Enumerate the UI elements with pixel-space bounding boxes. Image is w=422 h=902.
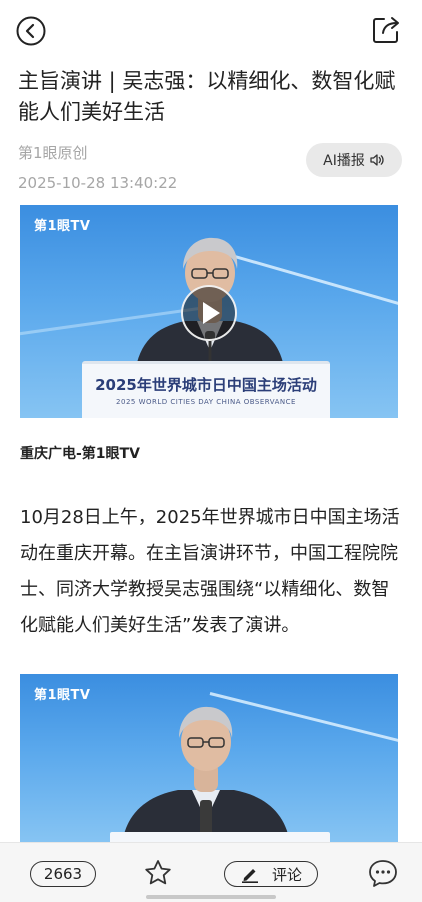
speaker-icon [370, 154, 384, 166]
share-button[interactable] [370, 14, 402, 46]
speaker-figure-2 [122, 706, 290, 842]
article-title: 主旨演讲 | 吴志强：以精细化、数智化赋能人们美好生活 [18, 69, 396, 124]
top-bar [0, 0, 422, 60]
ai-broadcast-label: AI播报 [323, 153, 365, 169]
article-datetime: 2025-10-28 13:40:22 [18, 174, 178, 192]
video-channel-logo: 第1眼TV [34, 219, 91, 234]
image-channel-logo: 第1眼TV [34, 688, 91, 703]
pen-icon [241, 869, 258, 883]
video-caption: 重庆广电-第1眼TV [20, 446, 140, 462]
article-source: 第1眼原创 [18, 144, 88, 162]
home-indicator [146, 895, 276, 899]
article-video[interactable]: 第1眼TV 2025年世界城市日中国主场活动 2025 WORLD CITIES… [20, 205, 398, 418]
share-icon [373, 17, 399, 43]
back-button[interactable] [16, 16, 46, 46]
podium-banner: 2025年世界城市日中国主场活动 2025 WORLD CITIES DAY C… [82, 361, 330, 418]
article-paragraph: 10月28日上午，2025年世界城市日中国主场活动在重庆开幕。在主旨演讲环节，中… [20, 507, 400, 636]
article-image[interactable]: 第1眼TV [20, 674, 398, 842]
chat-bubble-icon [369, 860, 397, 887]
play-icon [203, 302, 220, 324]
comment-label: 评论 [271, 865, 302, 884]
podium-edge [110, 832, 330, 842]
view-count-badge[interactable]: 2663 [30, 861, 96, 887]
messages-button[interactable] [367, 858, 399, 888]
view-count: 2663 [43, 865, 83, 883]
ai-broadcast-button[interactable]: AI播报 [306, 143, 402, 177]
comment-button[interactable]: 评论 [224, 861, 318, 887]
star-icon [145, 860, 171, 885]
play-button[interactable] [181, 285, 237, 341]
bottom-action-bar: 2663 评论 [0, 842, 422, 902]
back-arrow-circle-icon [16, 16, 46, 46]
podium-title: 2025年世界城市日中国主场活动 [95, 376, 317, 394]
favorite-button[interactable] [143, 858, 173, 888]
podium-subtitle: 2025 WORLD CITIES DAY CHINA OBSERVANCE [116, 398, 296, 406]
